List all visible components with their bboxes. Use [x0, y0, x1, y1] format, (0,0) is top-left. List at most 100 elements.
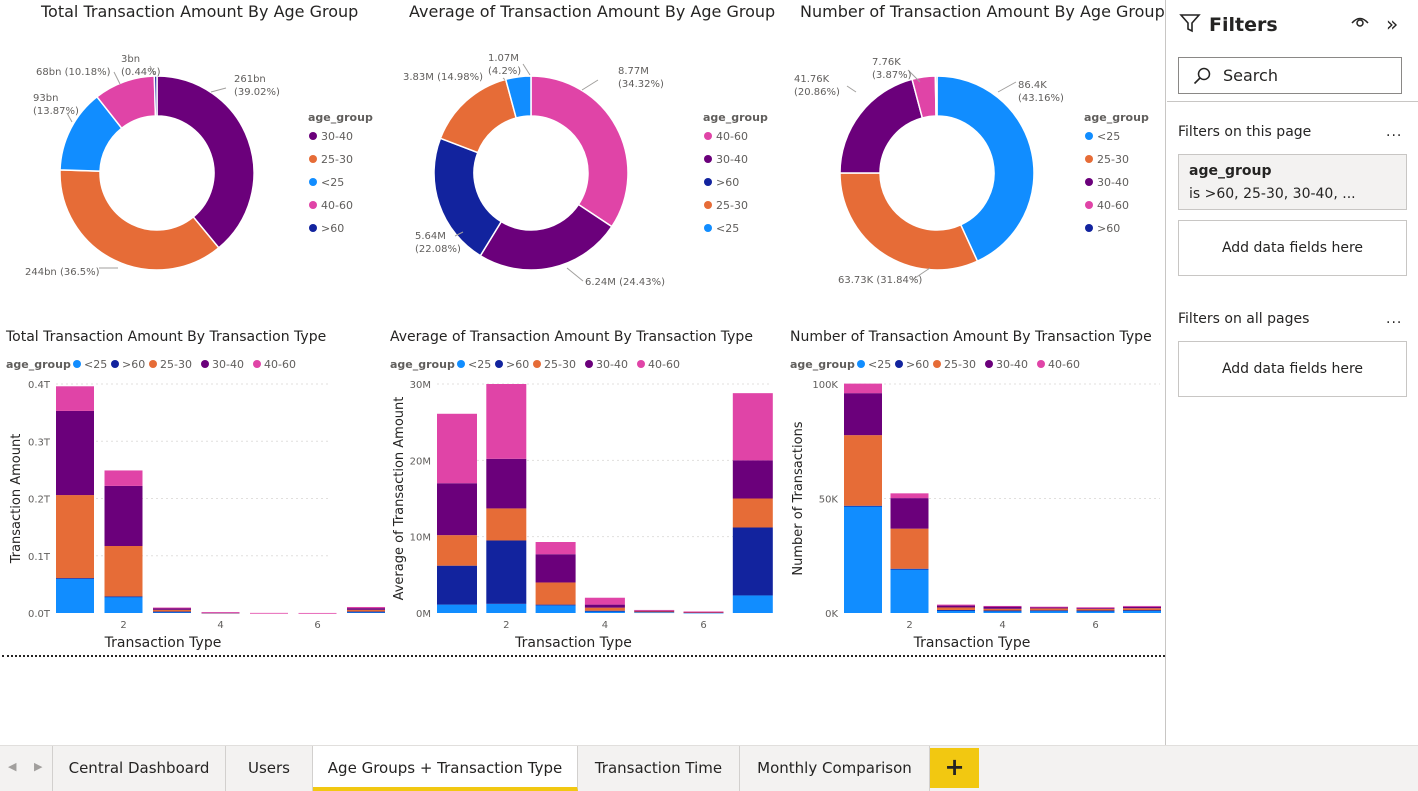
- data-label: 68bn (10.18%): [36, 67, 111, 78]
- data-label: 86.4K: [1018, 80, 1047, 91]
- report-canvas: Total Transaction Amount By Age Group 26…: [0, 0, 1166, 745]
- y-tick-label: 0M: [416, 609, 431, 620]
- filter-card-title: age_group: [1189, 163, 1272, 179]
- bar-segment->60: [732, 527, 773, 596]
- data-label-percent: (13.87%): [33, 106, 79, 117]
- bar-segment-30-40: [983, 606, 1022, 609]
- x-tick-label: 6: [700, 620, 706, 631]
- legend-item: >60: [716, 176, 739, 189]
- stacked-bar-chart: age_group <25 >60 25-30 30-40 40-60 0M 10M 20M 30…: [390, 358, 773, 651]
- y-tick-label: 100K: [812, 380, 838, 391]
- leader-line: [522, 63, 531, 76]
- bar-segment-25-30: [732, 498, 773, 528]
- legend-item: 25-30: [944, 358, 976, 371]
- data-label-percent: (4.2%): [488, 66, 521, 77]
- leader-line: [210, 87, 227, 93]
- add-page-button[interactable]: +: [930, 748, 979, 788]
- legend-item: 40-60: [1097, 199, 1129, 212]
- data-label: 261bn: [234, 74, 266, 85]
- bar-segment-40-60: [298, 612, 337, 614]
- data-label: 1.07M: [488, 53, 519, 64]
- legend-title: age_group: [390, 358, 455, 371]
- tab-central-dashboard[interactable]: Central Dashboard: [52, 746, 226, 791]
- legend-item: 40-60: [1048, 358, 1080, 371]
- y-tick-label: 0K: [825, 609, 838, 620]
- tab-transaction-time[interactable]: Transaction Time: [578, 746, 740, 791]
- bar-segment-<25: [584, 611, 625, 613]
- bar-segment-40-60: [250, 612, 288, 614]
- bar-segment-25-30: [1076, 608, 1115, 611]
- tab-scroll-left-icon[interactable]: ◀: [8, 760, 16, 773]
- bar-segment-25-30: [844, 435, 882, 506]
- data-label: 6.24M (24.43%): [585, 277, 665, 288]
- bar-segment-30-40: [347, 608, 385, 610]
- bar-segment-<25: [437, 604, 477, 613]
- bar-number-transactions[interactable]: Number of Transaction Amount By Transact…: [780, 320, 1165, 655]
- legend-marker: [309, 224, 317, 232]
- data-label-percent: (0.44%): [121, 67, 161, 78]
- bar-segment-40-60: [584, 597, 625, 605]
- filters-on-all-pages-label: Filters on all pages: [1178, 311, 1310, 327]
- visual-title: Number of Transaction Amount By Transact…: [790, 329, 1152, 345]
- tab-scroll-right-icon[interactable]: ▶: [34, 760, 42, 773]
- legend-title: age_group: [1084, 111, 1149, 124]
- tab-users[interactable]: Users: [226, 746, 313, 791]
- add-data-fields-all[interactable]: Add data fields here: [1178, 341, 1407, 397]
- legend-item: 30-40: [596, 358, 628, 371]
- filter-card-age-group[interactable]: age_group is >60, 25-30, 30-40, ...: [1178, 154, 1407, 210]
- legend-marker: [1085, 155, 1093, 163]
- legend-item: 30-40: [321, 130, 353, 143]
- collapse-pane-icon[interactable]: »: [1386, 12, 1398, 36]
- legend-item: <25: [321, 176, 344, 189]
- leader-line: [846, 85, 857, 93]
- filters-search-input[interactable]: Search: [1178, 57, 1402, 94]
- donut-number-transactions[interactable]: Number of Transaction Amount By Age Grou…: [780, 0, 1165, 320]
- more-options-button[interactable]: ...: [1386, 311, 1402, 327]
- bar-segment-30-40: [634, 610, 675, 612]
- legend-marker: [704, 224, 712, 232]
- page-boundary-line: [2, 655, 1165, 657]
- bar-segment-40-60: [937, 604, 975, 606]
- add-data-fields-page[interactable]: Add data fields here: [1178, 220, 1407, 276]
- bar-average-amount[interactable]: Average of Transaction Amount By Transac…: [385, 320, 780, 655]
- x-axis-title: Transaction Type: [514, 635, 632, 651]
- bar-segment-40-60: [153, 607, 191, 609]
- legend-marker: [933, 360, 941, 368]
- data-label: 3bn: [121, 54, 140, 65]
- legend-marker: [111, 360, 119, 368]
- donut-slice-25-30: [839, 172, 979, 271]
- legend-item: <25: [868, 358, 891, 371]
- bar-segment->60: [584, 610, 625, 612]
- legend-item: 40-60: [648, 358, 680, 371]
- donut-average-amount[interactable]: Average of Transaction Amount By Age Gro…: [385, 0, 780, 320]
- legend-marker: [253, 360, 261, 368]
- legend-title: age_group: [703, 111, 768, 124]
- bar-total-amount[interactable]: Total Transaction Amount By Transaction …: [0, 320, 385, 655]
- donut-slice-25-30: [439, 78, 518, 154]
- visual-title: Total Transaction Amount By Age Group: [41, 2, 359, 21]
- legend-item: 25-30: [544, 358, 576, 371]
- data-label: 244bn (36.5%): [25, 267, 100, 278]
- y-tick-label: 0.1T: [28, 552, 51, 563]
- donut-total-amount[interactable]: Total Transaction Amount By Age Group 26…: [0, 0, 385, 320]
- bar-segment->60: [1123, 610, 1161, 611]
- eye-icon[interactable]: [1351, 14, 1369, 34]
- bar-segment-40-60: [634, 609, 675, 611]
- bar-segment-30-40: [890, 498, 929, 529]
- legend-marker: [704, 155, 712, 163]
- bar-segment->60: [347, 611, 385, 613]
- bar-segment-40-60: [1123, 605, 1161, 607]
- bar-segment-<25: [535, 605, 576, 613]
- more-options-button[interactable]: ...: [1386, 124, 1402, 140]
- bar-segment-40-60: [201, 612, 240, 613]
- bar-segment-<25: [890, 569, 929, 613]
- visual-title: Total Transaction Amount By Transaction …: [6, 329, 327, 345]
- legend-marker: [704, 201, 712, 209]
- bar-segment->60: [437, 565, 477, 605]
- leader-line: [566, 267, 584, 282]
- legend-item: <25: [716, 222, 739, 235]
- bar-segment-40-60: [56, 386, 94, 411]
- legend-title: age_group: [308, 111, 373, 124]
- tab-monthly-comparison[interactable]: Monthly Comparison: [740, 746, 930, 791]
- tab-age-groups-transaction-type[interactable]: Age Groups + Transaction Type: [313, 746, 578, 791]
